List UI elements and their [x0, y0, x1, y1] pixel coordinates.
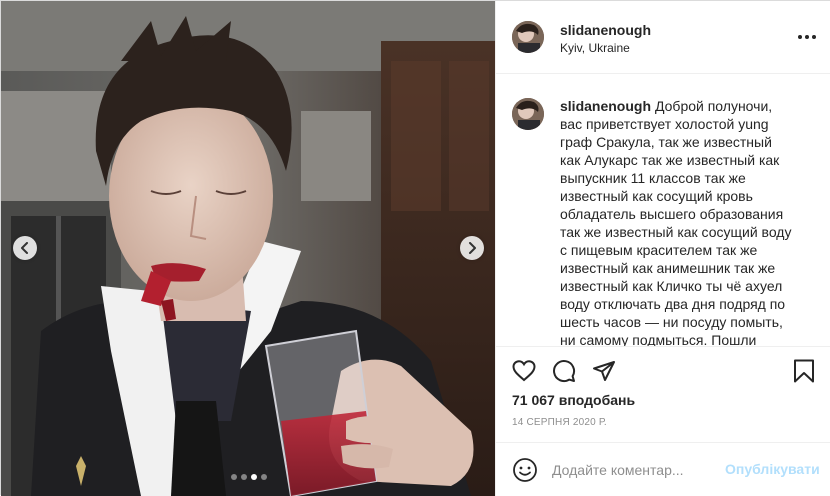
emoji-button[interactable]	[512, 457, 538, 483]
location-link[interactable]: Kyiv, Ukraine	[560, 41, 630, 55]
caption-section: slidanenough Доброй полуночи, вас приветс…	[496, 74, 830, 346]
chevron-right-icon	[469, 242, 476, 254]
paper-plane-icon	[593, 361, 615, 381]
post-header: slidanenough Kyiv, Ukraine	[496, 1, 830, 74]
post-photo	[1, 1, 495, 496]
save-button[interactable]	[790, 357, 818, 385]
comment-button[interactable]	[550, 357, 578, 385]
heart-icon	[512, 360, 536, 382]
carousel-dot	[241, 474, 247, 480]
smiley-icon	[513, 458, 537, 482]
post-media	[1, 1, 495, 496]
caption-username-link[interactable]: slidanenough	[560, 98, 651, 114]
comment-form: Опублікувати	[496, 442, 830, 496]
post-side-panel: slidanenough Kyiv, Ukraine slidanenough Д…	[495, 1, 830, 496]
chevron-left-icon	[21, 242, 28, 254]
avatar[interactable]	[512, 21, 544, 53]
carousel-dot	[251, 474, 257, 480]
username-link[interactable]: slidanenough	[560, 22, 651, 38]
caption-avatar[interactable]	[512, 98, 544, 130]
next-slide-button[interactable]	[460, 236, 484, 260]
more-options-icon[interactable]	[796, 29, 818, 45]
comment-icon	[553, 360, 576, 383]
post-date[interactable]: 14 СЕРПНЯ 2020 Р.	[512, 417, 607, 428]
likes-count[interactable]: 71 067 вподобань	[512, 392, 635, 408]
caption-text: slidanenough Доброй полуночи, вас приветс…	[560, 97, 792, 346]
carousel-indicator	[231, 474, 267, 480]
publish-button[interactable]: Опублікувати	[725, 461, 820, 477]
carousel-dot	[261, 474, 267, 480]
comment-input[interactable]	[552, 459, 722, 481]
carousel-dot	[231, 474, 237, 480]
like-button[interactable]	[510, 357, 538, 385]
share-button[interactable]	[590, 357, 618, 385]
action-bar	[496, 346, 830, 394]
caption-body: Доброй полуночи, вас приветствует холост…	[560, 98, 792, 346]
previous-slide-button[interactable]	[13, 236, 37, 260]
bookmark-icon	[794, 359, 814, 383]
post-dialog: slidanenough Kyiv, Ukraine slidanenough Д…	[0, 0, 830, 496]
